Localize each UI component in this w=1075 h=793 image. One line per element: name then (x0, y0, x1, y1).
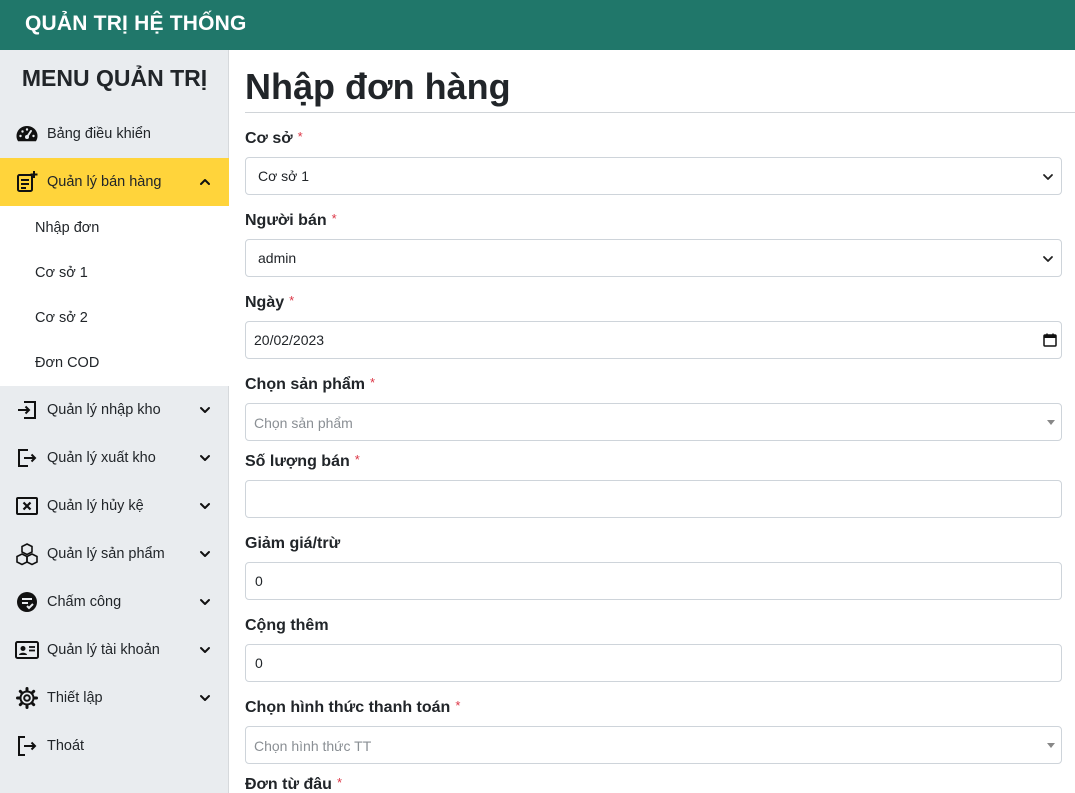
sidebar-item-logout[interactable]: Thoát (0, 722, 229, 770)
sidebar-item-label: Quản lý bán hàng (47, 174, 162, 190)
sidebar-item-label: Quản lý sản phẩm (47, 546, 165, 562)
branch-select[interactable]: Cơ sở 1 (245, 157, 1062, 195)
quantity-input[interactable] (245, 480, 1062, 518)
payment-method-label: Chọn hình thức thanh toán * (245, 698, 461, 716)
sidebar-item-sales[interactable]: Quản lý bán hàng (0, 158, 229, 206)
sidebar-item-label: Thoát (47, 738, 85, 754)
chevron-down-icon (198, 643, 212, 657)
required-marker: * (370, 375, 376, 390)
chevron-down-icon (198, 691, 212, 705)
branch-label: Cơ sở * (245, 129, 303, 147)
dashboard-icon (15, 122, 39, 146)
discount-label: Giảm giá/trừ (245, 535, 341, 552)
discount-input-value: 0 (255, 573, 263, 589)
surcharge-label: Cộng thêm (245, 617, 329, 634)
chevron-down-icon (198, 499, 212, 513)
sidebar-title: MENU QUẢN TRỊ (21, 65, 208, 91)
chevron-down-icon (198, 403, 212, 417)
dropdown-caret-icon (1047, 420, 1055, 425)
required-marker: * (455, 698, 461, 713)
boxes-icon (15, 542, 39, 566)
sidebar-item-import[interactable]: Quản lý nhập kho (0, 386, 229, 434)
required-marker: * (336, 775, 343, 790)
submenu-item-branch-1[interactable]: Cơ sở 1 (35, 265, 88, 281)
sidebar-item-label: Bảng điều khiển (47, 126, 151, 142)
seller-select-value: admin (258, 250, 297, 266)
order-add-icon (15, 170, 39, 194)
sidebar-item-dashboard[interactable]: Bảng điều khiển (0, 110, 229, 158)
order-source-label: Đơn từ đâu * (245, 775, 343, 793)
surcharge-input-value: 0 (255, 655, 263, 671)
sidebar-item-label: Thiết lập (47, 690, 103, 706)
payment-method-placeholder: Chọn hình thức TT (254, 738, 372, 754)
page-title: Nhập đơn hàng (245, 66, 511, 107)
import-icon (15, 398, 39, 422)
sidebar-item-label: Chấm công (47, 594, 122, 610)
product-select-placeholder: Chọn sản phẩm (254, 415, 353, 431)
sidebar-item-accounts[interactable]: Quản lý tài khoản (0, 626, 229, 674)
main-content: Nhập đơn hàng Cơ sở * Cơ sở 1 Người bán * … (230, 50, 1075, 793)
required-marker: * (297, 129, 303, 144)
sidebar-item-label: Quản lý hủy kệ (47, 498, 144, 514)
submenu-item-branch-2[interactable]: Cơ sở 2 (35, 310, 88, 326)
export-icon (15, 446, 39, 470)
discount-input[interactable]: 0 (245, 562, 1062, 600)
chevron-down-icon (1042, 170, 1054, 182)
submenu-item-cod-orders[interactable]: Đơn COD (35, 355, 99, 371)
sidebar-item-label: Quản lý tài khoản (47, 642, 160, 658)
cancel-box-icon (15, 494, 39, 518)
chevron-up-icon (198, 175, 212, 189)
sidebar-item-label: Quản lý nhập kho (47, 402, 161, 418)
dropdown-caret-icon (1047, 743, 1055, 748)
sidebar-item-products[interactable]: Quản lý sản phẩm (0, 530, 229, 578)
chevron-down-icon (1042, 252, 1054, 264)
chevron-down-icon (198, 451, 212, 465)
required-marker: * (331, 211, 337, 226)
sidebar-item-export[interactable]: Quản lý xuất kho (0, 434, 229, 482)
sidebar: MENU QUẢN TRỊ Bảng điều khiển Quản lý bá… (0, 50, 229, 793)
calendar-icon[interactable] (1042, 332, 1058, 348)
top-header: QUẢN TRỊ HỆ THỐNG (0, 0, 1075, 50)
date-label: Ngày * (245, 293, 295, 311)
submenu-item-new-order[interactable]: Nhập đơn (35, 220, 99, 236)
title-divider (245, 112, 1075, 113)
seller-select[interactable]: admin (245, 239, 1062, 277)
date-input[interactable]: 20/02/2023 (245, 321, 1062, 359)
logout-icon (15, 734, 39, 758)
app-title: QUẢN TRỊ HỆ THỐNG (25, 12, 247, 35)
surcharge-input[interactable]: 0 (245, 644, 1062, 682)
payment-method-select[interactable]: Chọn hình thức TT (245, 726, 1062, 764)
sidebar-item-timesheet[interactable]: Chấm công (0, 578, 229, 626)
product-label: Chọn sản phẩm * (245, 375, 376, 393)
id-card-icon (15, 638, 39, 662)
chevron-down-icon (198, 547, 212, 561)
product-select[interactable]: Chọn sản phẩm (245, 403, 1062, 441)
sidebar-item-label: Quản lý xuất kho (47, 450, 156, 466)
sidebar-item-cancel-shelf[interactable]: Quản lý hủy kệ (0, 482, 229, 530)
required-marker: * (289, 293, 295, 308)
sidebar-item-settings[interactable]: Thiết lập (0, 674, 229, 722)
quantity-label: Số lượng bán * (245, 452, 360, 470)
branch-select-value: Cơ sở 1 (258, 168, 310, 184)
sales-submenu: Nhập đơn Cơ sở 1 Cơ sở 2 Đơn COD (0, 206, 229, 386)
required-marker: * (354, 452, 360, 467)
chevron-down-icon (198, 595, 212, 609)
timesheet-icon (15, 590, 39, 614)
gear-icon (15, 686, 39, 710)
seller-label: Người bán * (245, 211, 337, 229)
date-input-value: 20/02/2023 (254, 332, 325, 348)
